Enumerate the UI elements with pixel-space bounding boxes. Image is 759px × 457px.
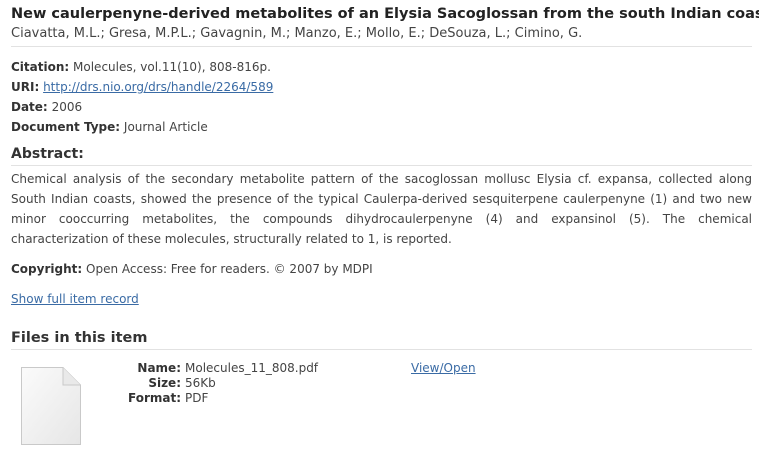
file-size-value: 56Kb [185, 376, 216, 390]
document-type-label: Document Type: [11, 120, 121, 134]
date-row: Date: 2006 [11, 97, 752, 117]
file-size-row: Size: 56Kb [101, 376, 318, 391]
file-item: Name: Molecules_11_808.pdf Size: 56Kb Form… [11, 361, 752, 451]
uri-link[interactable]: http://drs.nio.org/drs/handle/2264/589 [43, 80, 273, 94]
abstract-text: Chemical analysis of the secondary metab… [11, 172, 752, 246]
show-full-record-link[interactable]: Show full item record [11, 289, 139, 309]
item-title: New caulerpenyne-derived metabolites of … [11, 6, 759, 22]
citation-label: Citation: [11, 60, 70, 74]
date-value: 2006 [51, 100, 83, 114]
citation-row: Citation: Molecules, vol.11(10), 808-816… [11, 57, 752, 77]
view-open-link[interactable]: View/Open [411, 361, 476, 376]
file-format-label: Format: [127, 391, 181, 405]
item-view: New caulerpenyne-derived metabolites of … [11, 5, 759, 451]
file-properties: Name: Molecules_11_808.pdf Size: 56Kb Form… [101, 361, 318, 406]
file-name-label: Name: [137, 361, 181, 375]
file-name-value: Molecules_11_808.pdf [185, 361, 319, 375]
date-label: Date: [11, 100, 48, 114]
file-thumbnail-graphic [21, 367, 81, 445]
file-name-row: Name: Molecules_11_808.pdf [101, 361, 318, 376]
copyright-value: Open Access: Free for readers. © 2007 by… [86, 262, 373, 276]
file-format-row: Format: PDF [101, 391, 318, 406]
copyright-row: Copyright: Open Access: Free for readers… [11, 259, 752, 279]
uri-row: URI: http://drs.nio.org/drs/handle/2264/… [11, 77, 752, 97]
uri-label: URI: [11, 80, 40, 94]
metadata-list: Citation: Molecules, vol.11(10), 808-816… [11, 57, 752, 137]
file-format-value: PDF [185, 391, 209, 405]
document-type-value: Journal Article [123, 120, 208, 134]
abstract-heading: Abstract: [11, 144, 752, 166]
citation-value: Molecules, vol.11(10), 808-816p. [73, 60, 271, 74]
item-authors: Ciavatta, M.L.; Gresa, M.P.L.; Gavagnin,… [11, 24, 752, 47]
document-type-row: Document Type: Journal Article [11, 117, 752, 137]
file-size-label: Size: [148, 376, 181, 390]
generic-file-icon[interactable] [20, 366, 82, 446]
files-heading: Files in this item [11, 328, 752, 350]
copyright-label: Copyright: [11, 262, 83, 276]
